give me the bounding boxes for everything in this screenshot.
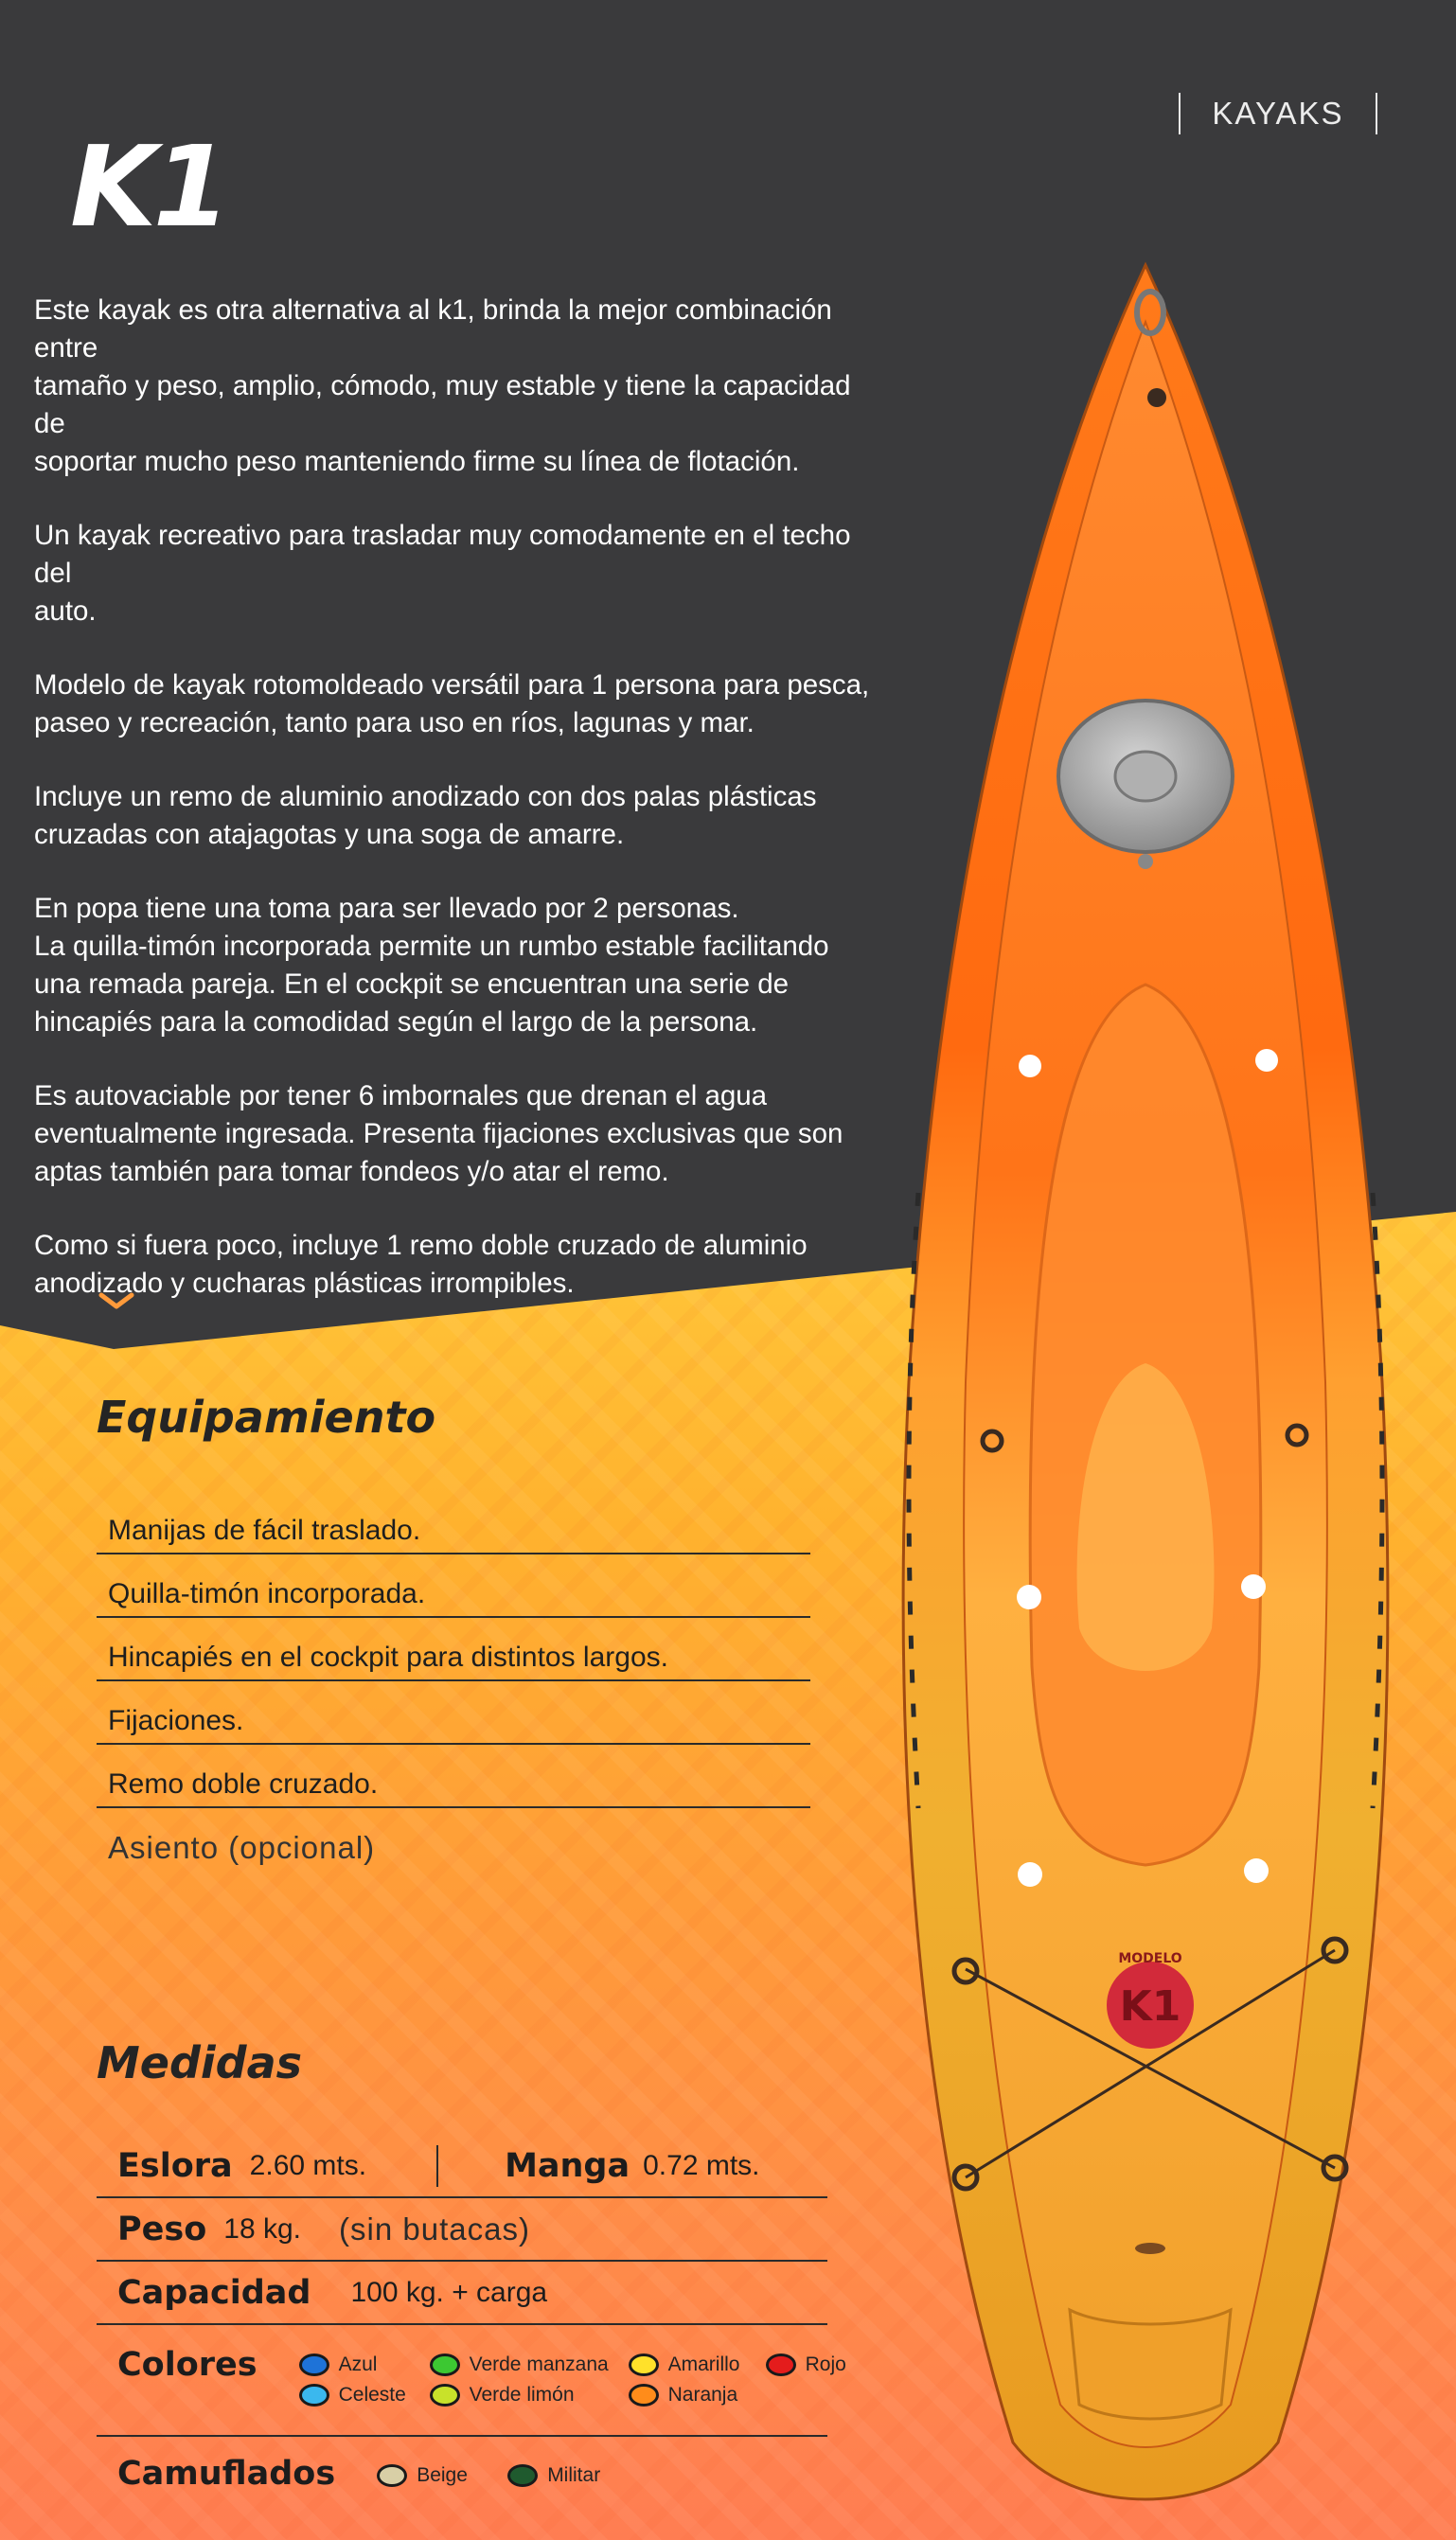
color-option-naranja[interactable]: Naranja <box>628 2384 766 2407</box>
description-paragraph: En popa tiene una toma para ser llevado … <box>34 893 829 1038</box>
color-swatch <box>429 2384 460 2407</box>
camo-swatch <box>507 2464 539 2487</box>
description-paragraph: Este kayak es otra alternativa al k1, br… <box>34 294 851 477</box>
color-option-azul[interactable]: Azul <box>298 2353 430 2376</box>
colores-label: Colores <box>117 2346 257 2384</box>
description-paragraph: Un kayak recreativo para trasladar muy c… <box>34 520 851 627</box>
scupper-hole <box>1019 1055 1041 1077</box>
description-text: Este kayak es otra alternativa al k1, br… <box>34 292 886 1339</box>
list-item: Manijas de fácil traslado. <box>97 1491 810 1554</box>
camuflados-label: Camuflados <box>117 2455 336 2493</box>
color-option-amarillo[interactable]: Amarillo <box>628 2353 766 2376</box>
color-options: Azul Verde manzana Amarillo Rojo Celeste… <box>298 2353 879 2407</box>
measure-row-colores: Colores Azul Verde manzana Amarillo Rojo… <box>97 2325 846 2437</box>
manga-value: 0.72 mts. <box>643 2149 760 2181</box>
manga-label: Manga <box>505 2146 630 2185</box>
list-item: Hincapiés en el cockpit para distintos l… <box>97 1618 810 1681</box>
color-swatch <box>765 2353 796 2376</box>
svg-text:MODELO: MODELO <box>1118 1951 1181 1966</box>
color-swatch <box>628 2384 659 2407</box>
color-swatch <box>628 2353 659 2376</box>
kayak-image: MODELO K1 <box>901 261 1390 2501</box>
measures-table: Eslora 2.60 mts. Manga 0.72 mts. Peso 18… <box>97 2135 846 2511</box>
color-option-verde-limon[interactable]: Verde limón <box>429 2384 629 2407</box>
chevron-down-icon[interactable] <box>98 1289 135 1312</box>
measure-row-eslora: Eslora 2.60 mts. Manga 0.72 mts. <box>97 2135 827 2198</box>
scupper-hole <box>1018 1862 1042 1887</box>
description-paragraph: Modelo de kayak rotomoldeado versátil pa… <box>34 669 870 738</box>
peso-note: (sin butacas) <box>339 2211 530 2247</box>
svg-text:K1: K1 <box>1120 1982 1181 2031</box>
capacidad-label: Capacidad <box>117 2273 311 2312</box>
camo-option-beige[interactable]: Beige <box>377 2464 507 2487</box>
measure-row-capacidad: Capacidad 100 kg. + carga <box>97 2262 827 2325</box>
divider <box>436 2144 439 2187</box>
color-swatch <box>298 2353 329 2376</box>
scupper-hole <box>1241 1574 1266 1599</box>
category-tag[interactable]: KAYAKS <box>1179 93 1377 134</box>
peso-value: 18 kg. <box>223 2212 302 2245</box>
scupper-hole <box>1017 1585 1041 1609</box>
color-option-verde-manzana[interactable]: Verde manzana <box>429 2353 629 2376</box>
scupper-hole <box>1255 1049 1278 1072</box>
eslora-value: 2.60 mts. <box>249 2149 367 2181</box>
description-paragraph: Es autovaciable por tener 6 imbornales q… <box>34 1080 843 1187</box>
kayak-logo: MODELO K1 <box>1107 1951 1194 2049</box>
list-item: Quilla-timón incorporada. <box>97 1554 810 1618</box>
color-swatch <box>298 2384 329 2407</box>
color-swatch <box>429 2353 460 2376</box>
camo-option-militar[interactable]: Militar <box>507 2464 621 2487</box>
color-option-rojo[interactable]: Rojo <box>765 2353 879 2376</box>
list-item: Asiento (opcional) <box>108 1830 376 1865</box>
description-paragraph: Como si fuera poco, incluye 1 remo doble… <box>34 1230 808 1299</box>
list-item: Fijaciones. <box>97 1681 810 1745</box>
equipment-list: Manijas de fácil traslado. Quilla-timón … <box>97 1491 810 1872</box>
measure-row-peso: Peso 18 kg. (sin butacas) <box>97 2198 827 2262</box>
camo-options: Beige Militar <box>377 2464 621 2487</box>
peso-label: Peso <box>117 2210 207 2248</box>
scupper-hole <box>1244 1858 1269 1883</box>
equipment-heading: Equipamiento <box>97 1392 436 1443</box>
measure-row-camuflados: Camuflados Beige Militar <box>97 2437 827 2511</box>
color-option-celeste[interactable]: Celeste <box>298 2384 430 2407</box>
page-title: K1 <box>70 121 231 252</box>
eslora-label: Eslora <box>117 2146 233 2185</box>
camo-swatch <box>377 2464 408 2487</box>
capacidad-value: 100 kg. + carga <box>350 2276 548 2308</box>
description-paragraph: Incluye un remo de aluminio anodizado co… <box>34 781 817 850</box>
list-item: Remo doble cruzado. <box>97 1745 810 1808</box>
measures-heading: Medidas <box>97 2037 303 2088</box>
